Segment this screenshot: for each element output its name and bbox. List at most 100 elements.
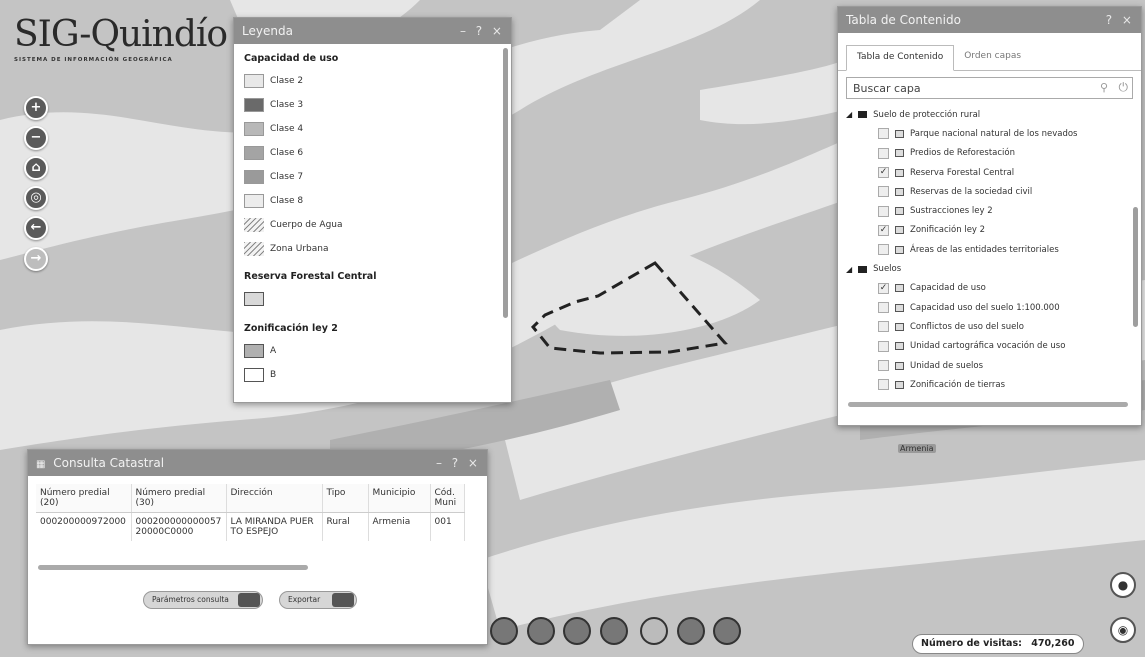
layer-icon (895, 149, 904, 158)
tool-coordinates-icon[interactable] (600, 617, 628, 645)
layer-checkbox[interactable] (878, 128, 889, 140)
exportar-button[interactable]: Exportar (279, 591, 357, 609)
table-header-row: Número predial (20) Número predial (30) Di… (36, 484, 465, 513)
legend-item-zon-b: B (244, 363, 501, 387)
legend-item: Clase 8 (244, 189, 501, 213)
legend-scrollbar[interactable] (503, 48, 508, 318)
layer-checkbox[interactable]: ✓ (878, 167, 889, 179)
legend-item-label: Cuerpo de Agua (270, 220, 343, 230)
layer-checkbox[interactable] (878, 321, 889, 333)
consulta-hscrollbar[interactable] (38, 565, 308, 570)
tool-swipe-icon[interactable] (677, 617, 705, 645)
toc-layer[interactable]: ✓ Reserva Forestal Central (846, 163, 1141, 182)
layer-icon (895, 187, 904, 196)
layer-checkbox[interactable] (878, 379, 889, 391)
layer-checkbox[interactable] (878, 147, 889, 159)
tool-print-icon[interactable] (563, 617, 591, 645)
basemap-icon[interactable]: ● (1110, 572, 1136, 598)
toc-layer[interactable]: Áreas de las entidades territoriales (846, 240, 1141, 259)
toc-layer[interactable]: Predios de Reforestación (846, 144, 1141, 163)
legend-item-label: Clase 7 (270, 172, 304, 182)
toc-group[interactable]: ◢ Suelo de protección rural (846, 105, 1141, 124)
back-arrow-icon[interactable]: ← (24, 216, 48, 240)
toc-header[interactable]: Tabla de Contenido ? × (838, 7, 1141, 33)
toc-row-label: Zonificación ley 2 (910, 225, 986, 236)
legend-swatch (244, 242, 264, 256)
toc-layer[interactable]: Reservas de la sociedad civil (846, 182, 1141, 201)
layer-icon (895, 207, 904, 216)
expand-icon[interactable]: ◢ (846, 110, 852, 119)
consulta-title: Consulta Catastral (53, 456, 165, 470)
consulta-window-controls[interactable]: – ? × (436, 450, 481, 476)
legend-item-label: Clase 3 (270, 100, 304, 110)
forward-arrow-icon[interactable]: → (24, 247, 48, 271)
visibility-icon[interactable]: ◉ (1110, 617, 1136, 643)
zoom-out-button[interactable]: − (24, 126, 48, 150)
toc-hscrollbar[interactable] (848, 402, 1128, 407)
tool-draw-icon[interactable] (490, 617, 518, 645)
toc-title: Tabla de Contenido (846, 13, 961, 27)
toc-layer[interactable]: Parque nacional natural de los nevados (846, 124, 1141, 143)
layer-checkbox[interactable]: ✓ (878, 282, 889, 294)
consulta-header[interactable]: ▦ Consulta Catastral – ? × (28, 450, 487, 476)
layer-icon (895, 168, 904, 177)
legend-item: Clase 7 (244, 165, 501, 189)
toc-layer[interactable]: Sustracciones ley 2 (846, 201, 1141, 220)
layer-checkbox[interactable]: ✓ (878, 224, 889, 236)
legend-swatch (244, 122, 264, 136)
tab-tabla-contenido[interactable]: Tabla de Contenido (846, 45, 955, 71)
toc-group[interactable]: ◢ Suelos (846, 259, 1141, 278)
consulta-table: Número predial (20) Número predial (30) Di… (36, 484, 465, 541)
search-icon[interactable]: ⚲ (1100, 81, 1108, 94)
legend-window-controls[interactable]: – ? × (460, 18, 505, 44)
tool-measure-icon[interactable] (527, 617, 555, 645)
expand-icon[interactable]: ◢ (846, 265, 852, 274)
settings-icon (238, 593, 260, 607)
toc-layer[interactable]: ✓ Zonificación ley 2 (846, 221, 1141, 240)
toc-row-label: Capacidad uso del suelo 1:100.000 (910, 302, 1060, 313)
layer-search-input[interactable]: Buscar capa ⚲ ⏻ (846, 77, 1133, 99)
layer-checkbox[interactable] (878, 244, 889, 256)
legend-item-zon-a: A (244, 339, 501, 363)
toc-row-label: Suelo de protección rural (873, 109, 981, 120)
legend-header[interactable]: Leyenda – ? × (234, 18, 511, 44)
toc-layer[interactable]: Zonificación de tierras (846, 375, 1141, 394)
toc-window-controls[interactable]: ? × (1106, 7, 1135, 33)
locate-icon[interactable]: ◎ (24, 186, 48, 210)
layer-checkbox[interactable] (878, 360, 889, 371)
parametros-consulta-button[interactable]: Parámetros consulta (143, 591, 263, 609)
toc-layer[interactable]: Unidad cartográfica vocación de uso (846, 337, 1141, 356)
tool-table-icon[interactable] (713, 617, 741, 645)
column-header[interactable]: Número predial (20) (36, 484, 132, 513)
toc-row-label: Zonificación de tierras (910, 379, 1006, 390)
legend-item-label: Zona Urbana (270, 244, 329, 254)
toc-layer[interactable]: Conflictos de uso del suelo (846, 317, 1141, 336)
layer-tree: ◢ Suelo de protección rural Parque naciona… (838, 105, 1141, 395)
legend-swatch (244, 194, 264, 208)
column-header[interactable]: Cód. Muni (430, 484, 465, 513)
consulta-panel: ▦ Consulta Catastral – ? × Número predia… (27, 449, 488, 645)
toc-layer[interactable]: ✓ Capacidad de uso (846, 279, 1141, 298)
toc-row-label: Unidad cartográfica vocación de uso (910, 341, 1066, 352)
layer-checkbox[interactable] (878, 302, 889, 314)
power-icon[interactable]: ⏻ (1119, 80, 1129, 95)
zoom-in-button[interactable]: + (24, 96, 48, 120)
tool-globe-icon[interactable] (640, 617, 668, 645)
layer-checkbox[interactable] (878, 186, 889, 198)
layer-checkbox[interactable] (878, 205, 889, 217)
home-icon[interactable]: ⌂ (24, 156, 48, 180)
toc-layer[interactable]: Capacidad uso del suelo 1:100.000 (846, 298, 1141, 317)
layer-checkbox[interactable] (878, 340, 889, 352)
column-header[interactable]: Tipo (322, 484, 369, 513)
table-row[interactable]: 000200000972000 00020000000005720000C0000… (36, 512, 465, 541)
legend-item-label: Clase 6 (270, 148, 304, 158)
folder-icon (858, 265, 868, 273)
toc-panel: Tabla de Contenido ? × Tabla de Contenid… (837, 6, 1142, 426)
toc-scrollbar[interactable] (1133, 207, 1138, 327)
tab-orden-capas[interactable]: Orden capas (954, 45, 1031, 70)
toc-layer[interactable]: Unidad de suelos (846, 356, 1141, 375)
column-header[interactable]: Número predial (30) (131, 484, 227, 513)
column-header[interactable]: Dirección (226, 484, 323, 513)
legend-item-label: Clase 8 (270, 196, 304, 206)
column-header[interactable]: Municipio (368, 484, 431, 513)
